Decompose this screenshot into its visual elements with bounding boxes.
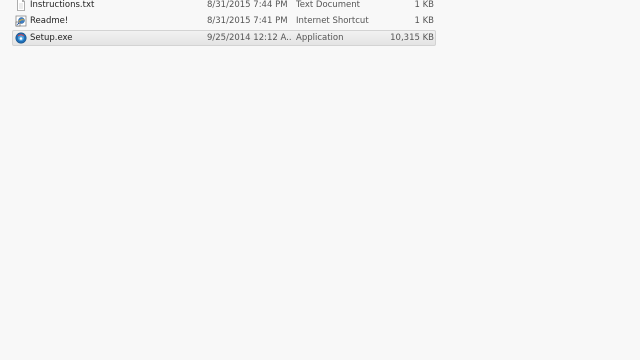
file-date-modified: 8/31/2015 7:41 PM bbox=[207, 16, 288, 27]
file-name: Instructions.txt bbox=[30, 0, 95, 10]
file-date-modified: 8/31/2015 7:44 PM bbox=[207, 0, 288, 10]
internet-shortcut-icon bbox=[15, 15, 27, 27]
file-size: 10,315 KB bbox=[390, 32, 434, 43]
file-row-setup[interactable]: Setup.exe 9/25/2014 12:12 A... Applicati… bbox=[0, 29, 640, 46]
file-list: Instructions.txt 8/31/2015 7:44 PM Text … bbox=[0, 0, 640, 46]
file-row-instructions[interactable]: Instructions.txt 8/31/2015 7:44 PM Text … bbox=[0, 0, 640, 13]
file-name: Readme! bbox=[30, 16, 69, 27]
file-name: Setup.exe bbox=[30, 32, 73, 43]
text-document-icon bbox=[15, 0, 27, 11]
file-row-readme[interactable]: Readme! 8/31/2015 7:41 PM Internet Short… bbox=[0, 13, 640, 29]
file-size: 1 KB bbox=[414, 0, 434, 10]
setup-application-icon bbox=[15, 32, 27, 44]
file-size: 1 KB bbox=[414, 16, 434, 27]
file-date-modified: 9/25/2014 12:12 A... bbox=[207, 32, 291, 43]
